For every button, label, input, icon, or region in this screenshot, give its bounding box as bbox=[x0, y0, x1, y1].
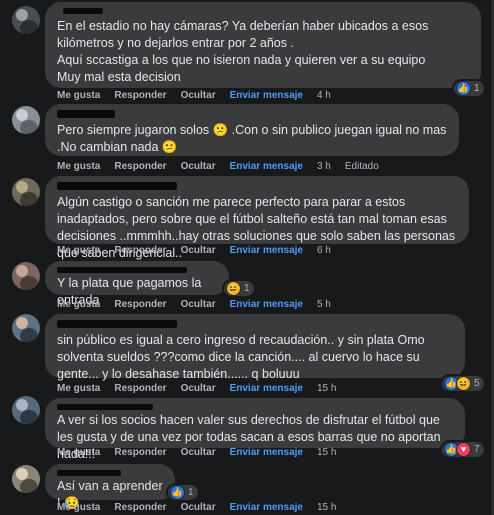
redacted-name bbox=[57, 110, 115, 118]
avatar[interactable] bbox=[12, 6, 40, 34]
redacted-name bbox=[57, 470, 121, 476]
reaction-count: 1 bbox=[188, 487, 194, 498]
reaction-count: 1 bbox=[474, 83, 480, 94]
timestamp[interactable]: 15 h bbox=[317, 502, 336, 513]
haha-icon: 😆 bbox=[456, 376, 471, 391]
redacted-name bbox=[57, 404, 153, 410]
like-button[interactable]: Me gusta bbox=[57, 383, 100, 394]
comment-actions: Me gusta Responder Ocultar Enviar mensaj… bbox=[57, 447, 350, 458]
comment-bubble: Así van a aprender ! 😥 bbox=[45, 464, 175, 510]
haha-icon: 😆 bbox=[226, 281, 241, 296]
reaction-count: 1 bbox=[244, 283, 250, 294]
avatar[interactable] bbox=[12, 314, 40, 342]
edited-label: Editado bbox=[344, 161, 379, 172]
comment-text: Pero siempre jugaron solos 😕 .Con o sin … bbox=[57, 123, 450, 154]
love-icon: ♥ bbox=[456, 442, 471, 457]
comment-bubble: Y la plata que pagamos la entrada bbox=[45, 261, 229, 307]
timestamp[interactable]: 5 h bbox=[317, 299, 331, 310]
avatar[interactable] bbox=[12, 465, 40, 493]
comment-actions: Me gusta Responder Ocultar Enviar mensaj… bbox=[57, 245, 345, 256]
comment-bubble: En el estadio no hay cámaras? Ya debería… bbox=[45, 2, 481, 88]
reaction-summary[interactable]: 👍 😆 5 bbox=[440, 374, 486, 393]
like-button[interactable]: Me gusta bbox=[57, 447, 100, 458]
comment-text: sin público es igual a cero ingreso d re… bbox=[57, 333, 429, 381]
avatar[interactable] bbox=[12, 178, 40, 206]
comment-actions: Me gusta Responder Ocultar Enviar mensaj… bbox=[57, 383, 350, 394]
reply-button[interactable]: Responder bbox=[114, 90, 166, 101]
like-icon: 👍 bbox=[456, 81, 471, 96]
send-message-button[interactable]: Enviar mensaje bbox=[230, 447, 303, 458]
comment-bubble: Pero siempre jugaron solos 😕 .Con o sin … bbox=[45, 104, 459, 156]
comment-actions: Me gusta Responder Ocultar Enviar mensaj… bbox=[57, 90, 345, 101]
send-message-button[interactable]: Enviar mensaje bbox=[230, 299, 303, 310]
hide-button[interactable]: Ocultar bbox=[181, 502, 216, 513]
comment-actions: Me gusta Responder Ocultar Enviar mensaj… bbox=[57, 161, 393, 172]
send-message-button[interactable]: Enviar mensaje bbox=[230, 245, 303, 256]
reaction-summary[interactable]: 👍 ♥ 7 bbox=[440, 440, 486, 459]
comment-bubble: sin público es igual a cero ingreso d re… bbox=[45, 314, 465, 381]
comment-actions: Me gusta Responder Ocultar Enviar mensaj… bbox=[57, 502, 350, 513]
redacted-name bbox=[57, 320, 177, 328]
like-button[interactable]: Me gusta bbox=[57, 90, 100, 101]
reply-button[interactable]: Responder bbox=[114, 502, 166, 513]
timestamp[interactable]: 4 h bbox=[317, 90, 331, 101]
timestamp[interactable]: 15 h bbox=[317, 447, 336, 458]
timestamp[interactable]: 6 h bbox=[317, 245, 331, 256]
redacted-name bbox=[57, 182, 177, 190]
comment-actions: Me gusta Responder Ocultar Enviar mensaj… bbox=[57, 299, 345, 310]
hide-button[interactable]: Ocultar bbox=[181, 447, 216, 458]
send-message-button[interactable]: Enviar mensaje bbox=[230, 161, 303, 172]
hide-button[interactable]: Ocultar bbox=[181, 90, 216, 101]
reaction-count: 5 bbox=[474, 378, 480, 389]
send-message-button[interactable]: Enviar mensaje bbox=[230, 502, 303, 513]
timestamp[interactable]: 3 h bbox=[317, 161, 331, 172]
hide-button[interactable]: Ocultar bbox=[181, 161, 216, 172]
reaction-count: 7 bbox=[474, 444, 480, 455]
reply-button[interactable]: Responder bbox=[114, 299, 166, 310]
reaction-summary[interactable]: 👍 1 bbox=[452, 79, 486, 98]
send-message-button[interactable]: Enviar mensaje bbox=[230, 383, 303, 394]
reaction-summary[interactable]: 😆 1 bbox=[222, 279, 256, 298]
like-button[interactable]: Me gusta bbox=[57, 502, 100, 513]
hide-button[interactable]: Ocultar bbox=[181, 383, 216, 394]
redacted-name bbox=[63, 8, 103, 14]
reply-button[interactable]: Responder bbox=[114, 161, 166, 172]
comment-bubble: A ver si los socios hacen valer sus dere… bbox=[45, 398, 465, 461]
like-button[interactable]: Me gusta bbox=[57, 299, 100, 310]
timestamp[interactable]: 15 h bbox=[317, 383, 336, 394]
hide-button[interactable]: Ocultar bbox=[181, 245, 216, 256]
send-message-button[interactable]: Enviar mensaje bbox=[230, 90, 303, 101]
reply-button[interactable]: Responder bbox=[114, 447, 166, 458]
reply-button[interactable]: Responder bbox=[114, 383, 166, 394]
comment-text: En el estadio no hay cámaras? Ya debería… bbox=[57, 19, 429, 84]
redacted-name bbox=[57, 267, 187, 273]
avatar[interactable] bbox=[12, 396, 40, 424]
like-button[interactable]: Me gusta bbox=[57, 245, 100, 256]
like-icon: 👍 bbox=[170, 485, 185, 500]
reply-button[interactable]: Responder bbox=[114, 245, 166, 256]
reaction-summary[interactable]: 👍 1 bbox=[166, 483, 200, 502]
comment-bubble: Algún castigo o sanción me parece perfec… bbox=[45, 176, 469, 260]
hide-button[interactable]: Ocultar bbox=[181, 299, 216, 310]
avatar[interactable] bbox=[12, 262, 40, 290]
avatar[interactable] bbox=[12, 106, 40, 134]
like-button[interactable]: Me gusta bbox=[57, 161, 100, 172]
